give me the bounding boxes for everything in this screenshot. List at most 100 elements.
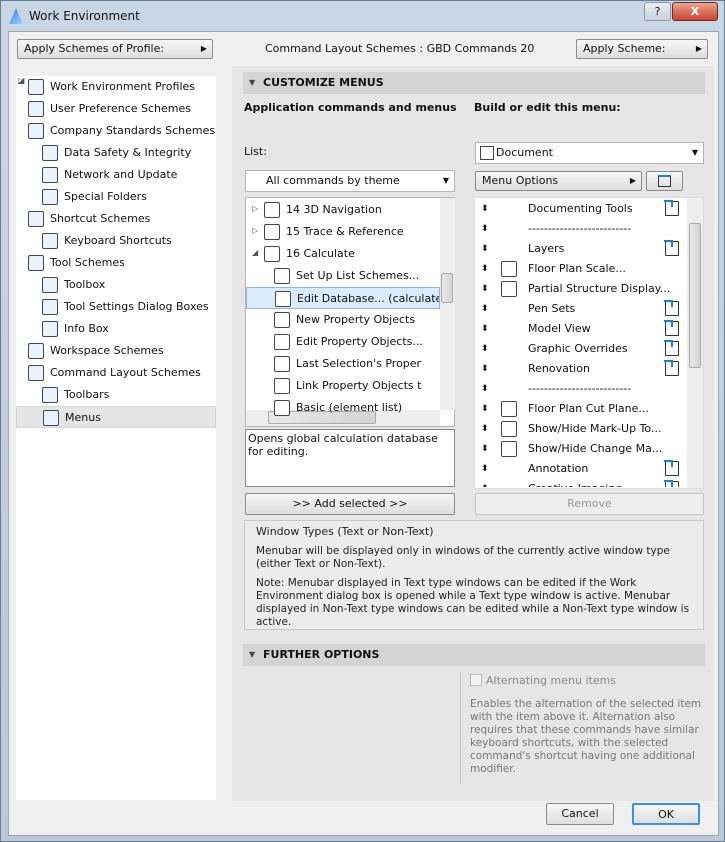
tree-item[interactable]: Workspace Schemes bbox=[28, 340, 164, 362]
menu-item[interactable]: ⬍ Show/Hide Change Ma... bbox=[475, 439, 685, 459]
command-item[interactable]: Basic (element list) bbox=[274, 397, 422, 419]
command-item[interactable]: 15 Trace & Reference bbox=[264, 221, 422, 243]
menu-item[interactable]: ⬍ Creative Imaging bbox=[475, 479, 685, 487]
add-selected-button[interactable]: >> Add selected >> bbox=[245, 493, 455, 515]
tree-item[interactable]: Data Safety & Integrity bbox=[42, 142, 191, 164]
command-item[interactable]: Link Property Objects to Cri bbox=[274, 375, 422, 397]
tree-item[interactable]: Keyboard Shortcuts bbox=[42, 230, 172, 252]
menu-item-label: Partial Structure Display... bbox=[528, 282, 671, 295]
scheme-info: Command Layout Schemes : GBD Commands 20 bbox=[265, 42, 534, 55]
menu-item[interactable]: ⬍ Floor Plan Scale... bbox=[475, 259, 685, 279]
expand-toggle-icon[interactable]: ◢ bbox=[18, 76, 24, 85]
command-label: 16 Calculate bbox=[286, 247, 355, 260]
export-menu-button[interactable] bbox=[646, 171, 683, 191]
commands-vscrollbar[interactable] bbox=[440, 198, 455, 410]
company-icon bbox=[28, 123, 44, 139]
apply-scheme-label: Apply Scheme: bbox=[583, 42, 666, 55]
ok-button[interactable]: OK bbox=[632, 803, 700, 825]
reorder-handle-icon[interactable]: ⬍ bbox=[481, 259, 489, 279]
command-label: 15 Trace & Reference bbox=[286, 225, 404, 238]
tree-item[interactable]: Network and Update bbox=[42, 164, 177, 186]
reorder-handle-icon[interactable]: ⬍ bbox=[481, 299, 489, 319]
tree-item-label: Work Environment Profiles bbox=[50, 80, 196, 93]
menu-item[interactable]: ⬍ Pen Sets bbox=[475, 299, 685, 319]
menu-item[interactable]: ⬍ Annotation bbox=[475, 459, 685, 479]
tree-item[interactable]: Toolbars bbox=[42, 384, 109, 406]
apply-scheme-button[interactable]: Apply Scheme: ▶ bbox=[576, 39, 708, 59]
expand-toggle-icon[interactable]: ◢ bbox=[252, 242, 258, 264]
scroll-thumb[interactable] bbox=[441, 273, 453, 303]
further-options-header[interactable]: FURTHER OPTIONS bbox=[243, 644, 705, 666]
tree-item[interactable]: Shortcut Schemes bbox=[28, 208, 150, 230]
tree-item[interactable]: Menus bbox=[16, 406, 216, 428]
submenu-icon bbox=[664, 200, 679, 216]
submenu-icon bbox=[664, 480, 679, 487]
reorder-handle-icon[interactable]: ⬍ bbox=[481, 339, 489, 359]
command-item[interactable]: 14 3D Navigation bbox=[264, 199, 422, 221]
command-item[interactable]: Edit Database... (calculate) bbox=[246, 287, 440, 309]
reorder-handle-icon[interactable]: ⬍ bbox=[481, 399, 489, 419]
menu-options-button[interactable]: Menu Options ▶ bbox=[475, 171, 642, 191]
tree-item[interactable]: Info Box bbox=[42, 318, 109, 340]
menu-item[interactable]: ⬍ Partial Structure Display... bbox=[475, 279, 685, 299]
tree-item[interactable]: Special Folders bbox=[42, 186, 147, 208]
command-item[interactable]: Edit Property Objects... bbox=[274, 331, 422, 353]
reorder-handle-icon[interactable]: ⬍ bbox=[481, 479, 489, 487]
title-bar: Work Environment ? X bbox=[1, 1, 725, 31]
cancel-button[interactable]: Cancel bbox=[546, 803, 614, 825]
customize-menus-header[interactable]: CUSTOMIZE MENUS bbox=[243, 72, 705, 94]
menu-item[interactable]: ⬍ Show/Hide Mark-Up To... bbox=[475, 419, 685, 439]
folder-icon bbox=[264, 202, 280, 218]
menu-item[interactable]: ⬍ Renovation bbox=[475, 359, 685, 379]
tree-item[interactable]: Tool Settings Dialog Boxes bbox=[42, 296, 209, 318]
menu-item-label: Layers bbox=[528, 242, 565, 255]
command-label: New Property Objects bbox=[296, 313, 416, 326]
list-select[interactable]: All commands by theme ▼ bbox=[245, 170, 455, 192]
reorder-handle-icon[interactable]: ⬍ bbox=[481, 379, 489, 399]
tree-item[interactable]: Company Standards Schemes bbox=[28, 120, 215, 142]
menu-select[interactable]: Document ▼ bbox=[475, 142, 704, 164]
tree-item[interactable]: Command Layout Schemes bbox=[28, 362, 201, 384]
reorder-handle-icon[interactable]: ⬍ bbox=[481, 199, 489, 219]
menu-item[interactable]: ⬍ Graphic Overrides bbox=[475, 339, 685, 359]
reorder-handle-icon[interactable]: ⬍ bbox=[481, 439, 489, 459]
alternating-checkbox[interactable] bbox=[470, 674, 482, 686]
command-icon bbox=[274, 400, 290, 416]
info-box-icon bbox=[42, 321, 58, 337]
tool-settings-icon bbox=[42, 299, 58, 315]
apply-schemes-of-profile-button[interactable]: Apply Schemes of Profile: ▶ bbox=[17, 39, 213, 59]
tree-item[interactable]: User Preference Schemes bbox=[28, 98, 191, 120]
command-item[interactable]: New Property Objects bbox=[274, 309, 422, 331]
reorder-handle-icon[interactable]: ⬍ bbox=[481, 419, 489, 439]
reorder-handle-icon[interactable]: ⬍ bbox=[481, 459, 489, 479]
menu-item[interactable]: ⬍ -------------------------- bbox=[475, 379, 685, 399]
reorder-handle-icon[interactable]: ⬍ bbox=[481, 279, 489, 299]
expand-toggle-icon[interactable]: ▷ bbox=[252, 198, 258, 220]
menu-item-label: Floor Plan Cut Plane... bbox=[528, 402, 649, 415]
menu-item[interactable]: ⬍ -------------------------- bbox=[475, 219, 685, 239]
remove-button[interactable]: Remove bbox=[475, 493, 704, 515]
command-item[interactable]: Set Up List Schemes... bbox=[274, 265, 422, 287]
tree-item[interactable]: Toolbox bbox=[42, 274, 105, 296]
command-item[interactable]: 16 Calculate bbox=[264, 243, 422, 265]
reorder-handle-icon[interactable]: ⬍ bbox=[481, 219, 489, 239]
menu-item[interactable]: ⬍ Layers bbox=[475, 239, 685, 259]
tree-item[interactable]: Tool Schemes bbox=[28, 252, 125, 274]
keyboard-icon bbox=[42, 233, 58, 249]
expand-toggle-icon[interactable]: ▷ bbox=[252, 220, 258, 242]
menu-item[interactable]: ⬍ Floor Plan Cut Plane... bbox=[475, 399, 685, 419]
reorder-handle-icon[interactable]: ⬍ bbox=[481, 359, 489, 379]
reorder-handle-icon[interactable]: ⬍ bbox=[481, 239, 489, 259]
reorder-handle-icon[interactable]: ⬍ bbox=[481, 319, 489, 339]
close-button[interactable]: X bbox=[672, 2, 718, 21]
help-button[interactable]: ? bbox=[644, 2, 671, 21]
tree-item[interactable]: Work Environment Profiles bbox=[28, 76, 195, 98]
chevron-right-icon: ▶ bbox=[200, 44, 207, 53]
menu-item[interactable]: ⬍ Model View bbox=[475, 319, 685, 339]
menu-vscrollbar[interactable] bbox=[687, 198, 703, 488]
menu-item-label: Floor Plan Scale... bbox=[528, 262, 626, 275]
command-item[interactable]: Last Selection's Property Ob bbox=[274, 353, 422, 375]
scroll-thumb[interactable] bbox=[689, 223, 701, 368]
tree-item-label: Network and Update bbox=[64, 168, 178, 181]
menu-item[interactable]: ⬍ Documenting Tools bbox=[475, 199, 685, 219]
